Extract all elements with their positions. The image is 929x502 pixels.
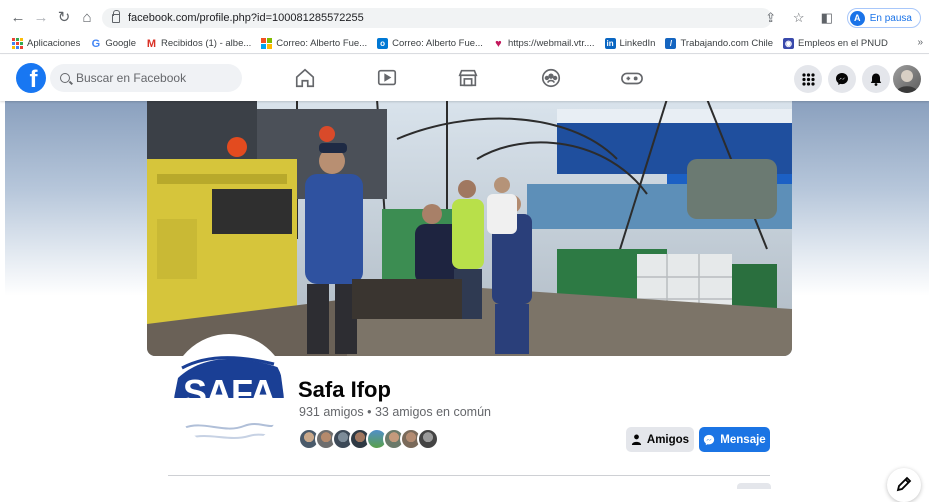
bookmark-label: LinkedIn	[619, 38, 656, 49]
pnud-icon: ◉	[783, 38, 795, 49]
new-message-button[interactable]	[887, 468, 921, 502]
outlook-icon: o	[377, 38, 389, 49]
notifications-bell-icon[interactable]	[862, 65, 890, 93]
nav-watch-icon[interactable]	[374, 65, 400, 91]
bookmark-label: https://webmail.vtr....	[507, 38, 595, 49]
bookmark-item[interactable]: in LinkedIn	[604, 38, 656, 49]
star-icon[interactable]: ☆	[791, 10, 807, 26]
bookmark-label: Correo: Alberto Fue...	[276, 38, 368, 49]
browser-actions: ⇪ ☆ ◧ A En pausa	[763, 8, 921, 28]
vtr-icon: ♥	[495, 37, 502, 50]
bookmark-label: Recibidos (1) - albe...	[160, 38, 252, 49]
bookmark-label: Correo: Alberto Fue...	[392, 38, 483, 49]
menu-grid-icon[interactable]	[794, 65, 822, 93]
bookmark-item[interactable]: ♥ https://webmail.vtr....	[493, 37, 595, 50]
office-icon	[261, 38, 273, 49]
bookmark-item[interactable]: Aplicaciones	[12, 38, 80, 49]
friends-button-label: Amigos	[646, 433, 690, 446]
messenger-icon	[704, 434, 715, 445]
trabajando-icon: /	[665, 38, 677, 49]
bookmarks-bar: Aplicaciones G Google M Recibidos (1) - …	[0, 34, 929, 54]
friend-person-icon	[631, 434, 641, 445]
browser-nav: ← → ↻ ⌂	[8, 7, 97, 27]
search-placeholder: Buscar en Facebook	[76, 71, 187, 85]
bookmark-item[interactable]: / Trabajando.com Chile	[665, 38, 773, 49]
gmail-icon: M	[146, 37, 157, 50]
browser-toolbar: ← → ↻ ⌂ facebook.com/profile.php?id=1000…	[0, 0, 929, 34]
bookmark-label: Trabajando.com Chile	[680, 38, 774, 49]
friends-summary[interactable]: 931 amigos • 33 amigos en común	[299, 405, 491, 419]
bookmarks-overflow-icon[interactable]: »	[917, 37, 923, 48]
bookmark-item[interactable]: M Recibidos (1) - albe...	[146, 37, 252, 50]
more-options-button[interactable]	[737, 483, 771, 489]
friend-avatar[interactable]	[417, 428, 439, 450]
share-icon[interactable]: ⇪	[763, 10, 779, 26]
profile-divider	[168, 475, 770, 476]
url-text: facebook.com/profile.php?id=100081285572…	[128, 12, 364, 24]
facebook-search[interactable]: Buscar en Facebook	[50, 64, 242, 92]
message-button[interactable]: Mensaje	[699, 427, 770, 452]
reload-icon[interactable]: ↻	[54, 7, 74, 27]
nav-groups-icon[interactable]	[538, 65, 564, 91]
forward-icon[interactable]: →	[31, 7, 51, 27]
linkedin-icon: in	[604, 38, 616, 49]
profile-avatar: A	[849, 10, 865, 26]
bookmark-label: Aplicaciones	[27, 38, 81, 49]
bookmark-label: Empleos en el PNUD	[798, 38, 888, 49]
nav-gaming-icon[interactable]	[619, 65, 645, 91]
compose-icon	[896, 476, 912, 492]
profile-name: Safa Ifop	[298, 377, 391, 402]
facebook-logo-letter: f	[29, 66, 38, 93]
google-icon: G	[91, 37, 101, 50]
account-avatar[interactable]	[893, 65, 921, 93]
bookmark-item[interactable]: o Correo: Alberto Fue...	[377, 38, 483, 49]
avatar-logo-text: SAFA	[182, 372, 276, 413]
back-icon[interactable]: ←	[8, 7, 28, 27]
mutual-friends-avatars[interactable]	[298, 428, 439, 450]
bookmark-label: Google	[105, 38, 136, 49]
profile-avatar[interactable]: SAFA	[170, 334, 288, 452]
bookmark-item[interactable]: G Google	[90, 37, 136, 50]
facebook-logo-icon[interactable]: f	[16, 63, 46, 93]
nav-marketplace-icon[interactable]	[455, 65, 481, 91]
apps-grid-icon	[12, 38, 23, 49]
home-icon[interactable]: ⌂	[77, 7, 97, 27]
nav-home-icon[interactable]	[292, 65, 318, 91]
friends-button[interactable]: Amigos	[626, 427, 694, 452]
facebook-header: f Buscar en Facebook	[0, 55, 929, 101]
cover-photo[interactable]	[147, 99, 792, 356]
lock-icon	[112, 9, 120, 23]
profile-status: En pausa	[869, 12, 912, 24]
side-panel-icon[interactable]: ◧	[819, 10, 835, 26]
bookmark-item[interactable]: ◉ Empleos en el PNUD	[783, 38, 888, 49]
messenger-icon[interactable]	[828, 65, 856, 93]
bookmark-item[interactable]: Correo: Alberto Fue...	[261, 38, 367, 49]
search-icon	[60, 73, 70, 83]
message-button-label: Mensaje	[720, 433, 766, 446]
address-bar[interactable]: facebook.com/profile.php?id=100081285572…	[102, 8, 772, 28]
profile-chip[interactable]: A En pausa	[846, 8, 921, 28]
